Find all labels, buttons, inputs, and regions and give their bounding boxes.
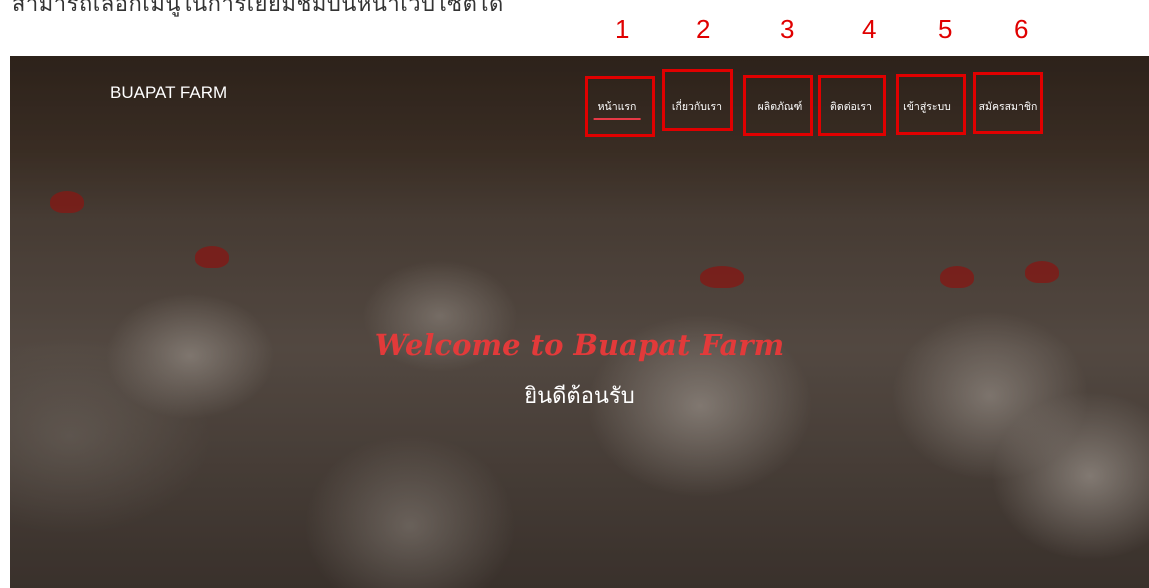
hero-overlay: [10, 56, 1149, 588]
hero-banner: BUAPAT FARM หน้าแรก เกี่ยวกับเรา ผลิตภัณ…: [10, 56, 1149, 588]
instruction-caption: สามารถเลือกเมนูในการเยี่ยมชมบนหน้าเว็บไซ…: [12, 0, 504, 17]
callout-box-4: [818, 75, 886, 136]
brand-logo[interactable]: BUAPAT FARM: [110, 83, 227, 103]
callout-number-5: 5: [938, 14, 953, 44]
callout-number-1: 1: [615, 14, 630, 44]
callout-box-1: [585, 76, 655, 137]
hero-title: Welcome to Buapat Farm: [374, 328, 785, 362]
callout-box-3: [743, 75, 813, 136]
callout-box-5: [896, 74, 966, 135]
callout-box-6: [973, 72, 1043, 134]
callout-number-3: 3: [780, 14, 795, 44]
callout-box-2: [662, 69, 733, 131]
callout-number-2: 2: [696, 14, 711, 44]
callout-number-6: 6: [1014, 14, 1029, 44]
callout-number-4: 4: [862, 14, 877, 44]
hero-subtitle: ยินดีต้อนรับ: [524, 384, 635, 409]
